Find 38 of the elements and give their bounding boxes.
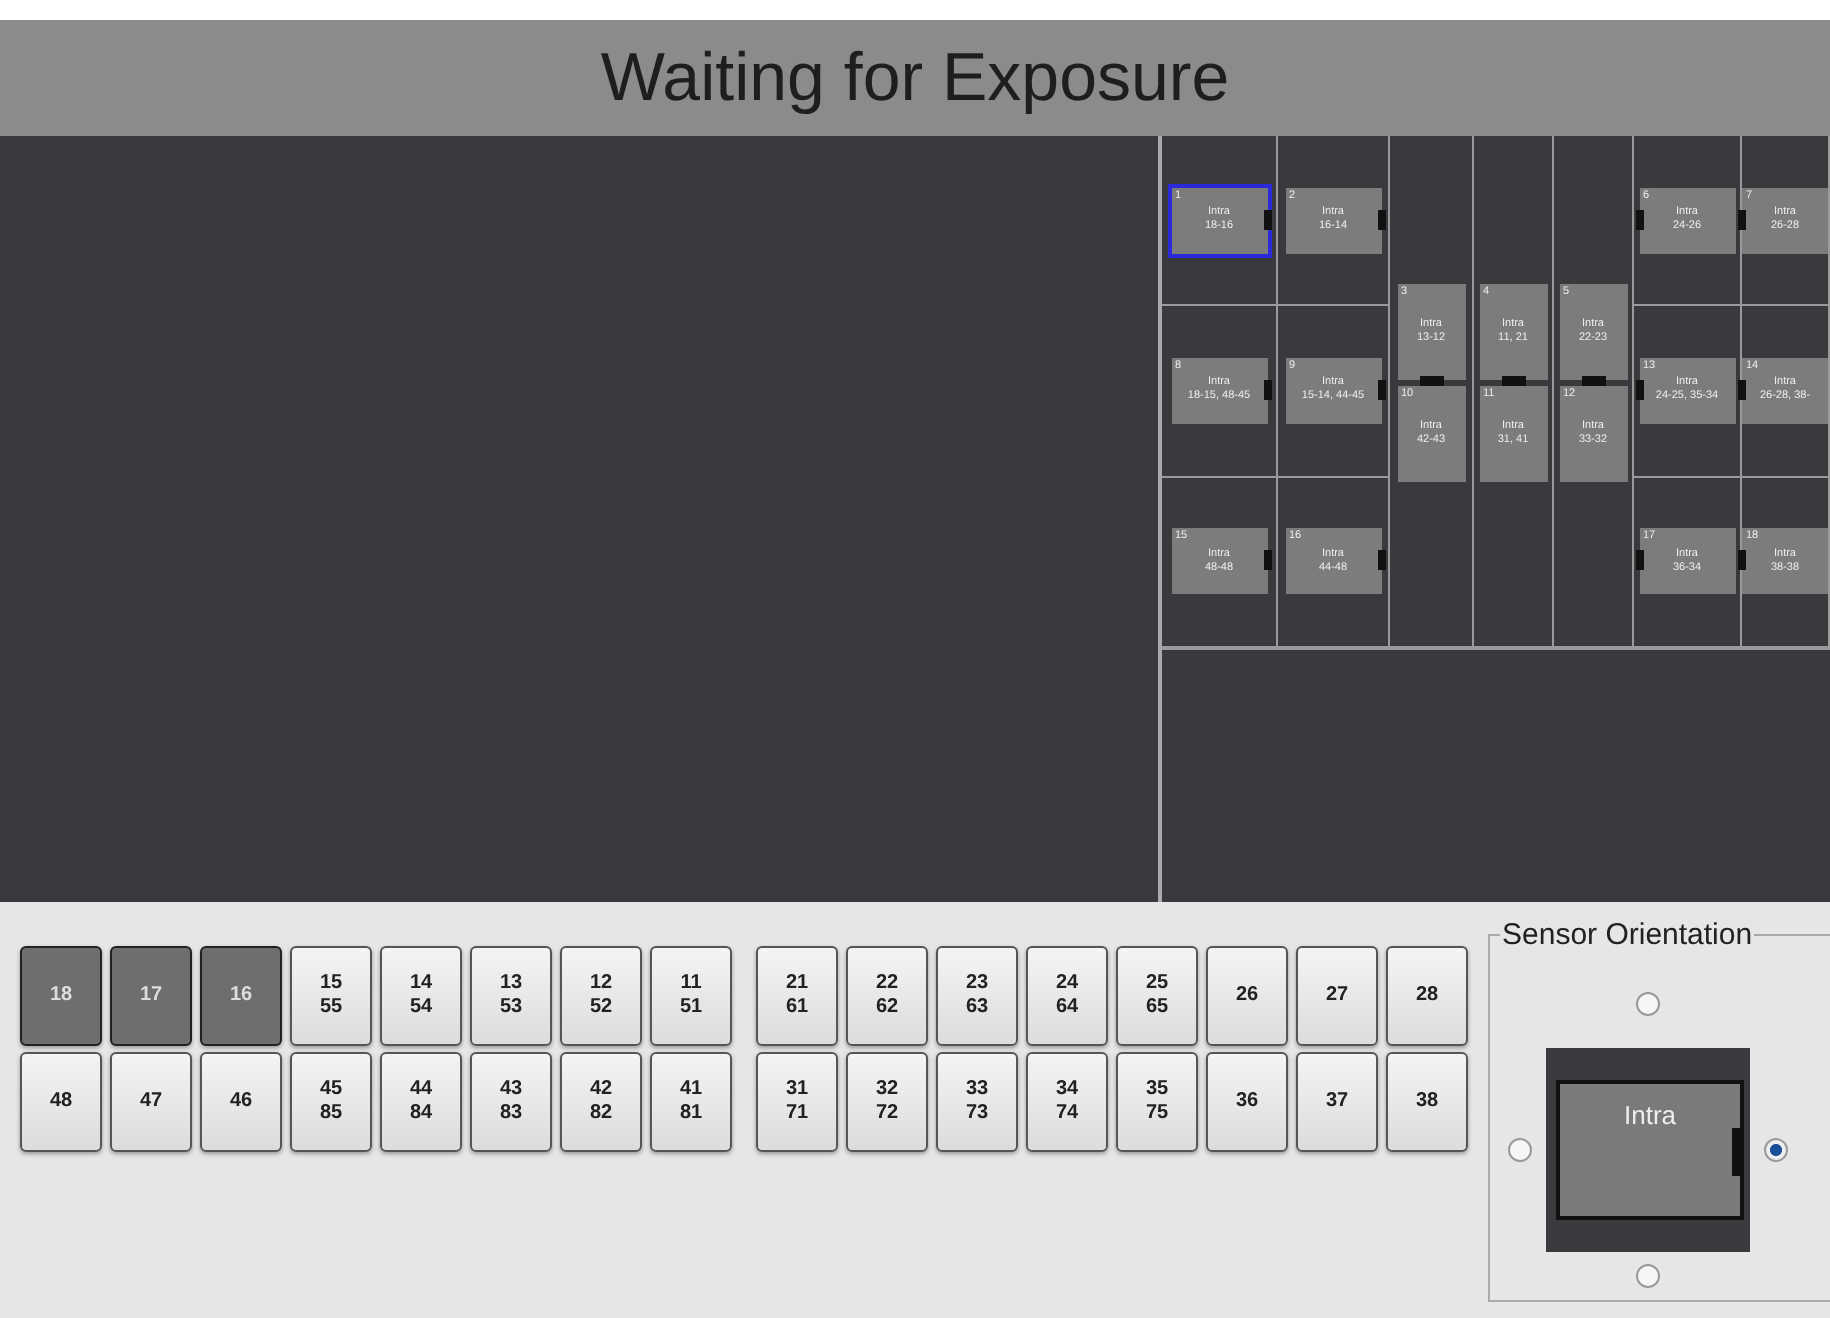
- tooth-button[interactable]: 14 54: [380, 946, 462, 1046]
- tooth-button[interactable]: 16: [200, 946, 282, 1046]
- tooth-button[interactable]: 24 64: [1026, 946, 1108, 1046]
- tooth-button[interactable]: 12 52: [560, 946, 642, 1046]
- tooth-button[interactable]: 45 85: [290, 1052, 372, 1152]
- tooth-button[interactable]: 17: [110, 946, 192, 1046]
- tooth-button[interactable]: 44 84: [380, 1052, 462, 1152]
- tooth-button[interactable]: 36: [1206, 1052, 1288, 1152]
- tooth-button[interactable]: 42 82: [560, 1052, 642, 1152]
- tooth-button[interactable]: 21 61: [756, 946, 838, 1046]
- tooth-button[interactable]: 26: [1206, 946, 1288, 1046]
- tooth-button[interactable]: 41 81: [650, 1052, 732, 1152]
- tooth-button[interactable]: 32 72: [846, 1052, 928, 1152]
- tooth-button[interactable]: 38: [1386, 1052, 1468, 1152]
- tooth-button[interactable]: 15 55: [290, 946, 372, 1046]
- tooth-button[interactable]: 13 53: [470, 946, 552, 1046]
- tooth-button[interactable]: 46: [200, 1052, 282, 1152]
- orientation-radio[interactable]: [1636, 1264, 1660, 1288]
- orientation-radio[interactable]: [1764, 1138, 1788, 1162]
- tooth-button[interactable]: 48: [20, 1052, 102, 1152]
- tooth-button[interactable]: 23 63: [936, 946, 1018, 1046]
- tooth-button[interactable]: 34 74: [1026, 1052, 1108, 1152]
- tooth-button[interactable]: 43 83: [470, 1052, 552, 1152]
- tooth-button[interactable]: 11 51: [650, 946, 732, 1046]
- tooth-button[interactable]: 18: [20, 946, 102, 1046]
- tooth-button[interactable]: 22 62: [846, 946, 928, 1046]
- tooth-button[interactable]: 35 75: [1116, 1052, 1198, 1152]
- orientation-radio[interactable]: [1636, 992, 1660, 1016]
- orientation-radio[interactable]: [1508, 1138, 1532, 1162]
- tooth-button[interactable]: 47: [110, 1052, 192, 1152]
- sensor-drawing: Intra: [1546, 1048, 1750, 1252]
- tooth-button[interactable]: 25 65: [1116, 946, 1198, 1046]
- tooth-button[interactable]: 33 73: [936, 1052, 1018, 1152]
- tooth-button[interactable]: 28: [1386, 946, 1468, 1046]
- tooth-button[interactable]: 37: [1296, 1052, 1378, 1152]
- tooth-button[interactable]: 31 71: [756, 1052, 838, 1152]
- tooth-button[interactable]: 27: [1296, 946, 1378, 1046]
- window-title: Waiting for Exposure: [600, 39, 1230, 117]
